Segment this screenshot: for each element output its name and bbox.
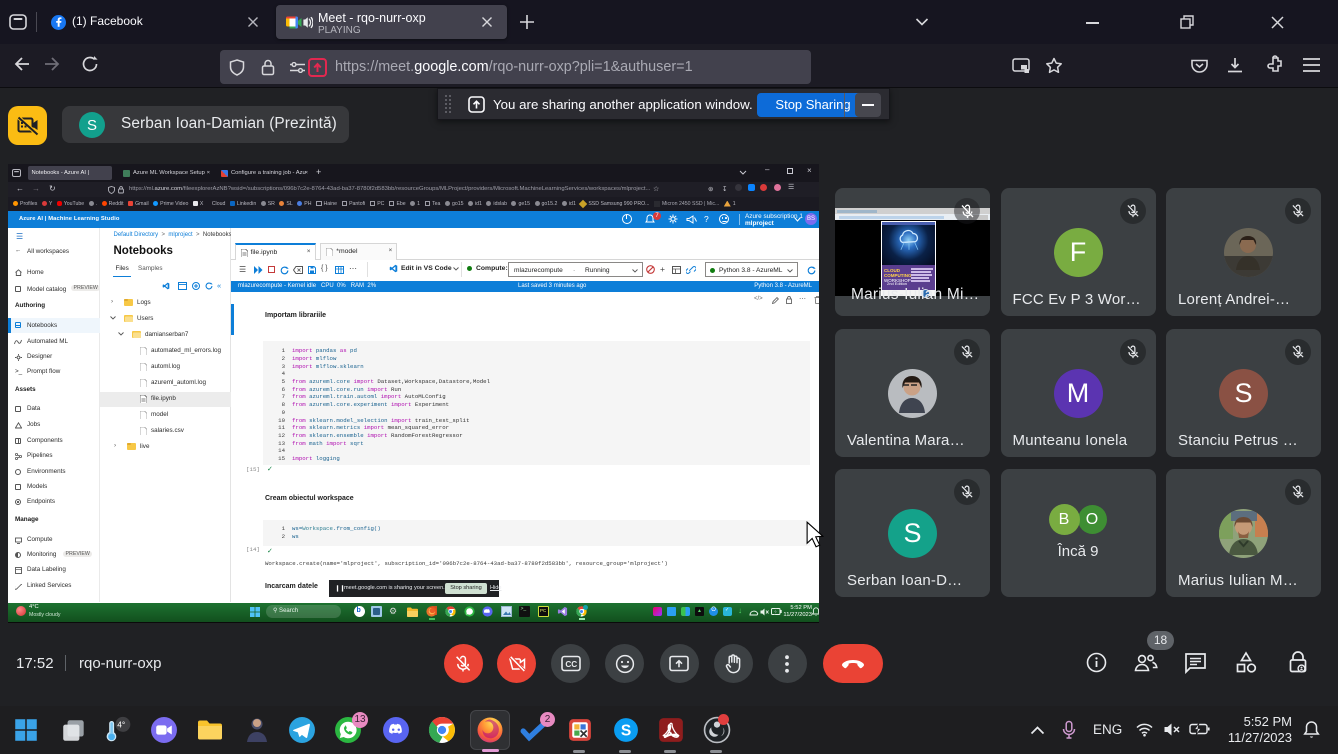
svg-text:S: S <box>621 723 631 740</box>
svg-text:4°: 4° <box>117 720 125 730</box>
svg-text:CC: CC <box>565 660 577 669</box>
